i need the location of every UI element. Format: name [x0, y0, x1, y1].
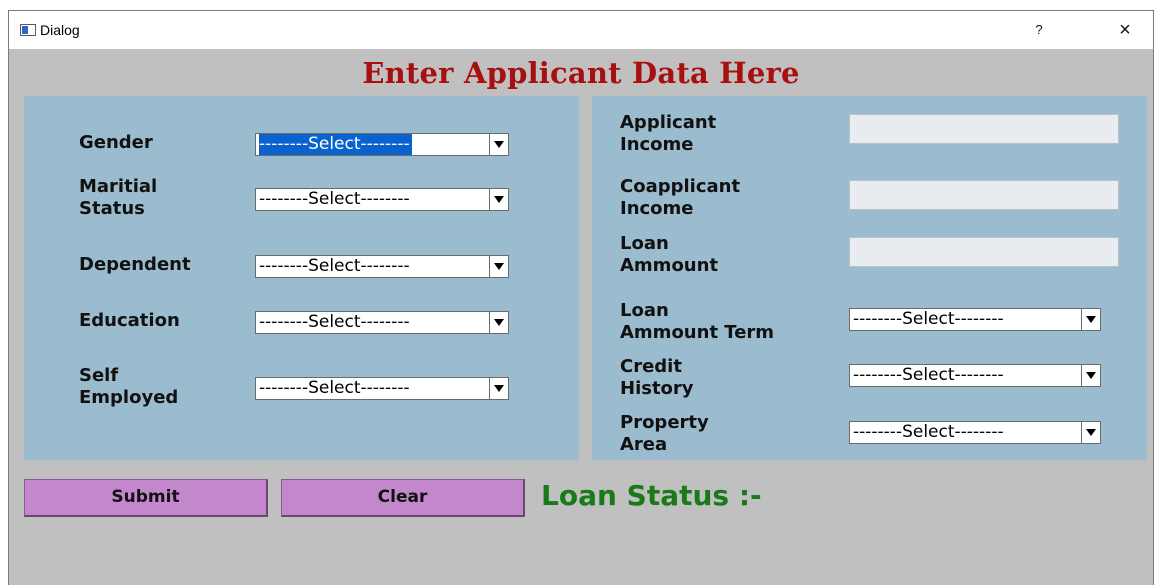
chevron-down-icon[interactable]: [489, 256, 508, 277]
dependent-select-value: --------Select--------: [259, 256, 410, 276]
submit-button[interactable]: Submit: [24, 479, 268, 517]
close-button[interactable]: ×: [1105, 17, 1145, 43]
coapplicant-income-input[interactable]: [849, 180, 1119, 210]
gender-label: Gender: [79, 132, 153, 153]
property-area-select[interactable]: --------Select--------: [849, 421, 1101, 444]
dependent-label: Dependent: [79, 254, 191, 275]
loan-amount-term-label: Loan Ammount Term: [620, 300, 775, 343]
credit-history-select[interactable]: --------Select--------: [849, 364, 1101, 387]
help-button[interactable]: ?: [1019, 17, 1059, 43]
window-title: Dialog: [40, 22, 80, 38]
marital-status-label: Maritial Status: [79, 176, 158, 219]
education-select[interactable]: --------Select--------: [255, 311, 509, 334]
income-loan-panel: Applicant Income Coapplicant Income Loan…: [592, 96, 1147, 460]
coapplicant-income-label: Coapplicant Income: [620, 176, 741, 219]
chevron-down-icon[interactable]: [489, 134, 508, 155]
property-area-label: Property Area: [620, 412, 709, 455]
applicant-details-panel: Gender --------Select-------- Maritial S…: [24, 96, 579, 460]
education-label: Education: [79, 310, 180, 331]
loan-amount-term-select-value: --------Select--------: [853, 309, 1004, 329]
chevron-down-icon[interactable]: [1081, 309, 1100, 330]
dependent-select[interactable]: --------Select--------: [255, 255, 509, 278]
gender-select[interactable]: --------Select--------: [255, 133, 509, 156]
loan-amount-input[interactable]: [849, 237, 1119, 267]
chevron-down-icon[interactable]: [489, 312, 508, 333]
chevron-down-icon[interactable]: [489, 189, 508, 210]
chevron-down-icon[interactable]: [489, 378, 508, 399]
page-title: Enter Applicant Data Here: [362, 56, 800, 90]
dialog-window-icon: [20, 24, 36, 36]
marital-status-select-value: --------Select--------: [259, 189, 410, 209]
chevron-down-icon[interactable]: [1081, 422, 1100, 443]
education-select-value: --------Select--------: [259, 312, 410, 332]
loan-amount-label: Loan Ammount: [620, 233, 719, 276]
credit-history-label: Credit History: [620, 356, 694, 399]
loan-status-label: Loan Status :-: [541, 479, 762, 512]
marital-status-select[interactable]: --------Select--------: [255, 188, 509, 211]
chevron-down-icon[interactable]: [1081, 365, 1100, 386]
applicant-income-label: Applicant Income: [620, 112, 717, 155]
self-employed-label: Self Employed: [79, 365, 179, 408]
gender-select-value: --------Select--------: [259, 134, 412, 155]
applicant-income-input[interactable]: [849, 114, 1119, 144]
property-area-select-value: --------Select--------: [853, 422, 1004, 442]
loan-amount-term-select[interactable]: --------Select--------: [849, 308, 1101, 331]
clear-button[interactable]: Clear: [281, 479, 525, 517]
credit-history-select-value: --------Select--------: [853, 365, 1004, 385]
self-employed-select[interactable]: --------Select--------: [255, 377, 509, 400]
self-employed-select-value: --------Select--------: [259, 378, 410, 398]
dialog-window: Dialog ? × Enter Applicant Data Here Gen…: [8, 10, 1154, 585]
title-bar: Dialog ? ×: [9, 11, 1153, 49]
